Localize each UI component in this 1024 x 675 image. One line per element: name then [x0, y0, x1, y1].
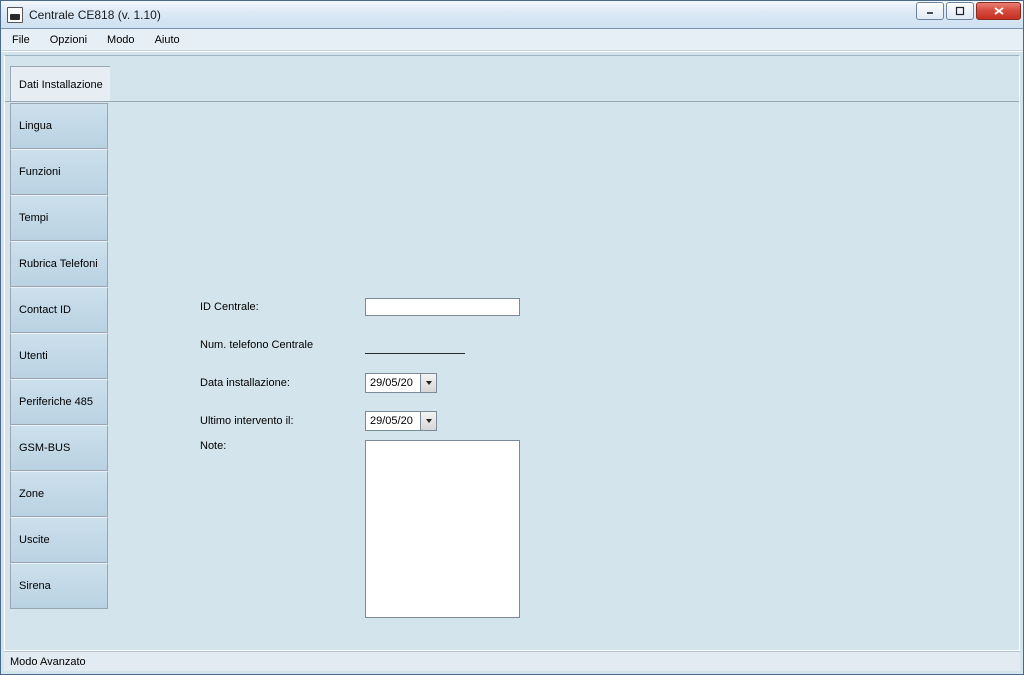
close-icon — [993, 6, 1005, 16]
data-installazione-combo[interactable] — [365, 373, 437, 393]
row-ultimo-intervento: Ultimo intervento il: — [200, 402, 520, 440]
tab-dati-installazione[interactable]: Dati Installazione — [10, 66, 110, 102]
tab-label: Dati Installazione — [19, 79, 103, 91]
app-icon — [7, 7, 23, 23]
menubar: File Opzioni Modo Aiuto — [1, 29, 1023, 51]
minimize-icon — [925, 6, 935, 16]
sidebar-item-label: Rubrica Telefoni — [19, 258, 98, 270]
sidebar-item-sirena[interactable]: Sirena — [10, 563, 108, 609]
sidebar-item-funzioni[interactable]: Funzioni — [10, 149, 108, 195]
sidebar-item-periferiche-485[interactable]: Periferiche 485 — [10, 379, 108, 425]
sidebar-item-lingua[interactable]: Lingua — [10, 103, 108, 149]
sidebar-item-gsm-bus[interactable]: GSM-BUS — [10, 425, 108, 471]
row-data-installazione: Data installazione: — [200, 364, 520, 402]
sidebar-item-uscite[interactable]: Uscite — [10, 517, 108, 563]
row-num-telefono: Num. telefono Centrale — [200, 326, 520, 364]
status-bar: Modo Avanzato — [4, 651, 1020, 671]
status-text: Modo Avanzato — [10, 656, 86, 668]
data-installazione-input[interactable] — [366, 374, 420, 392]
menu-file[interactable]: File — [6, 32, 36, 48]
label-data-installazione: Data installazione: — [200, 377, 365, 389]
label-num-telefono: Num. telefono Centrale — [200, 339, 365, 351]
window-controls — [916, 2, 1021, 20]
maximize-button[interactable] — [946, 2, 974, 20]
close-button[interactable] — [976, 2, 1021, 20]
tab-panel: Lingua Funzioni Tempi Rubrica Telefoni C… — [10, 103, 1014, 645]
sidebar-item-label: Sirena — [19, 580, 51, 592]
sidebar-item-utenti[interactable]: Utenti — [10, 333, 108, 379]
side-nav: Lingua Funzioni Tempi Rubrica Telefoni C… — [10, 103, 108, 609]
note-textarea[interactable] — [365, 440, 520, 618]
menu-aiuto[interactable]: Aiuto — [149, 32, 186, 48]
ultimo-intervento-combo[interactable] — [365, 411, 437, 431]
sidebar-item-tempi[interactable]: Tempi — [10, 195, 108, 241]
sidebar-item-label: Periferiche 485 — [19, 396, 93, 408]
maximize-icon — [955, 6, 965, 16]
menu-modo[interactable]: Modo — [101, 32, 141, 48]
tab-divider — [5, 101, 1019, 102]
content-frame: Dati Installazione Lingua Funzioni Tempi… — [4, 55, 1020, 651]
label-id-centrale: ID Centrale: — [200, 301, 365, 313]
row-id-centrale: ID Centrale: — [200, 288, 520, 326]
num-telefono-input[interactable] — [365, 336, 465, 354]
titlebar: Centrale CE818 (v. 1.10) — [1, 1, 1023, 29]
sidebar-item-label: Lingua — [19, 120, 52, 132]
window-title: Centrale CE818 (v. 1.10) — [29, 8, 161, 22]
label-ultimo-intervento: Ultimo intervento il: — [200, 415, 365, 427]
id-centrale-input[interactable] — [365, 298, 520, 316]
minimize-button[interactable] — [916, 2, 944, 20]
sidebar-item-contact-id[interactable]: Contact ID — [10, 287, 108, 333]
sidebar-item-label: Funzioni — [19, 166, 61, 178]
label-note: Note: — [200, 440, 365, 452]
sidebar-item-zone[interactable]: Zone — [10, 471, 108, 517]
ultimo-intervento-input[interactable] — [366, 412, 420, 430]
client-area: Dati Installazione Lingua Funzioni Tempi… — [1, 51, 1023, 674]
sidebar-item-label: Zone — [19, 488, 44, 500]
sidebar-item-label: GSM-BUS — [19, 442, 70, 454]
main-window: Centrale CE818 (v. 1.10) File Opzioni Mo… — [0, 0, 1024, 675]
sidebar-item-label: Utenti — [19, 350, 48, 362]
installation-form: ID Centrale: Num. telefono Centrale Data… — [200, 288, 520, 618]
menu-opzioni[interactable]: Opzioni — [44, 32, 93, 48]
sidebar-item-rubrica-telefoni[interactable]: Rubrica Telefoni — [10, 241, 108, 287]
sidebar-item-label: Uscite — [19, 534, 50, 546]
chevron-down-icon[interactable] — [420, 412, 436, 430]
sidebar-item-label: Contact ID — [19, 304, 71, 316]
row-note: Note: — [200, 440, 520, 618]
chevron-down-icon[interactable] — [420, 374, 436, 392]
sidebar-item-label: Tempi — [19, 212, 48, 224]
